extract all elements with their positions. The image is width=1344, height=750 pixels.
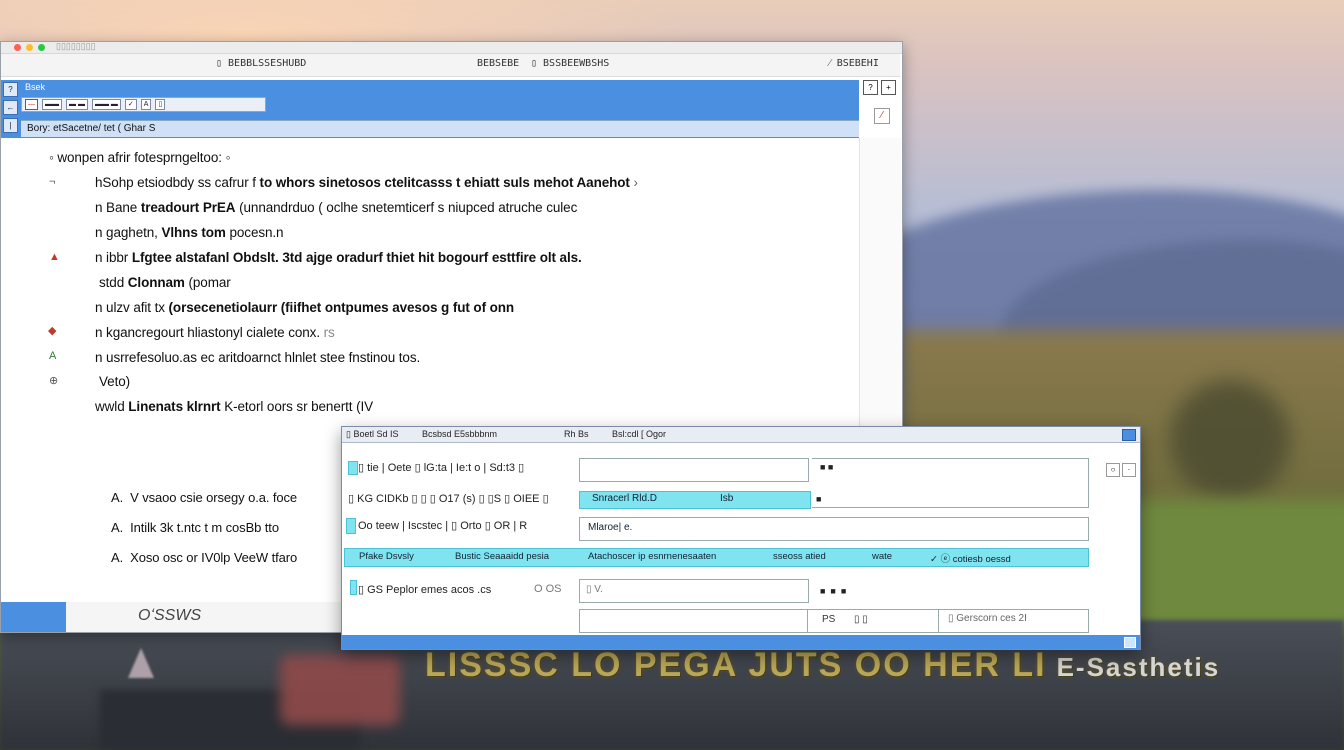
dialog-title-part: Bsl:cdl [ Ogor bbox=[612, 429, 667, 439]
dropdown-icon[interactable]: · bbox=[1122, 463, 1136, 477]
logo-text: OʻSSWS bbox=[138, 607, 202, 624]
toolbar-button[interactable]: ▯ bbox=[155, 99, 166, 110]
triangle-icon bbox=[128, 648, 154, 678]
diamond-icon: ◆ bbox=[48, 325, 57, 337]
field-label: ▯ GS Peplor emes acos .cs bbox=[358, 584, 492, 596]
row-marker bbox=[350, 580, 357, 595]
dot-icon: ■ bbox=[816, 494, 822, 504]
doc-line: n ibbr Lfgtee alstafanl Obdslt. 3td ajge… bbox=[95, 250, 582, 265]
window-titlebar: ▯▯▯▯▯▯▯▯ bbox=[1, 41, 902, 54]
window-tab[interactable]: ▯▯▯▯▯▯▯▯ bbox=[56, 41, 96, 52]
tree bbox=[1170, 380, 1290, 500]
header-row: Pfake Dsvsly Bustic Seaaaidd pesia Atach… bbox=[344, 548, 1089, 567]
help-icon[interactable]: ? bbox=[3, 82, 18, 97]
logo: OʻSSWS bbox=[66, 602, 341, 632]
circle-icon: ⊕ bbox=[49, 375, 59, 387]
toolbar-button[interactable]: ✓ bbox=[124, 99, 137, 110]
field-label: ▯ KG CIDKb ▯ ▯ ▯ O17 (s) ▯ ▯S ▯ OIEE ▯ bbox=[348, 493, 549, 505]
letter-a-icon: A bbox=[49, 350, 57, 362]
window-controls: ? + bbox=[863, 80, 899, 96]
toolbar-button[interactable]: A bbox=[140, 99, 152, 110]
banner-title-tail: E-Sasthetis bbox=[1056, 652, 1221, 682]
field-hint: ▯ Gerscorn ces 2I bbox=[948, 613, 1027, 624]
doc-line: hSohp etsiodbdy ss cafrur f to whors sin… bbox=[95, 175, 638, 190]
left-rail: ? ← | bbox=[1, 80, 20, 138]
text-field[interactable]: ▯ V. bbox=[579, 579, 809, 603]
dot-icon: ■ ■ bbox=[820, 462, 834, 472]
caret-icon: ¬ bbox=[49, 176, 56, 188]
answer-option[interactable]: A. Intilk 3k t.ntc t m cosBb tto bbox=[111, 520, 279, 535]
bullet-icon: ◦ bbox=[49, 150, 54, 165]
dialog-title-part: ▯ Boetl Sd IS bbox=[346, 429, 399, 439]
text-area[interactable] bbox=[812, 458, 1089, 508]
toolbar-button[interactable]: ▬▬ ▬ bbox=[91, 99, 121, 110]
banner-title-main: LISSSC LO PEGA JUTS OO HER LI bbox=[425, 646, 1047, 684]
add-icon[interactable]: + bbox=[881, 80, 896, 95]
checkbox-label[interactable]: ✓ ⓔ cotiesb oessd bbox=[930, 551, 1011, 565]
toolbar-button[interactable]: — bbox=[25, 99, 38, 110]
doc-line: Veto) bbox=[99, 374, 131, 389]
selected-field[interactable]: Snracerl Rld.D Isb bbox=[579, 491, 811, 509]
dot-icon: ■ ■ ■ bbox=[820, 586, 847, 596]
doc-line: ◦ wonpen afrir fotesprngeltoo: ◦ bbox=[49, 150, 231, 165]
panel-icon[interactable]: | bbox=[3, 118, 18, 133]
url-segment: ▯ BEBBLSSESHUBD bbox=[216, 58, 307, 69]
dialog-titlebar: ▯ Boetl Sd IS Bcsbsd E5sbbbnm Rh Bs Bsl:… bbox=[342, 427, 1140, 443]
toolbar-button[interactable]: ▬▬ bbox=[42, 99, 62, 110]
back-icon[interactable]: ← bbox=[3, 100, 18, 115]
flag-icon: ▲ bbox=[49, 251, 60, 263]
url-segment: BEBSEBE bbox=[477, 58, 520, 69]
app-title: Bsek bbox=[25, 82, 46, 92]
answer-option[interactable]: A. Xoso osc or IV0lp VeeW tfaro bbox=[111, 550, 297, 565]
minimize-window-button[interactable] bbox=[26, 44, 33, 51]
text-field[interactable] bbox=[579, 458, 809, 482]
chevron-right-icon[interactable]: › bbox=[634, 175, 639, 190]
edit-icon[interactable]: ⁄ bbox=[874, 108, 890, 124]
dialog-title-part: Bcsbsd E5sbbbnm bbox=[422, 429, 498, 439]
banner-title: LISSSC LO PEGA JUTS OO HER LI E-Sasthetis bbox=[425, 646, 1220, 685]
breadcrumb[interactable]: Bory: etSacetne/ tet ( Ghar S bbox=[21, 120, 859, 137]
url-segment: ▯ BSSBEEWBSHS bbox=[531, 58, 610, 69]
field-label: ▯ tie | Oete ▯ lG:ta | Ie:t o | Sd:t3 ▯ bbox=[358, 462, 525, 474]
dialog-close-button[interactable] bbox=[1122, 429, 1136, 441]
doc-line: n usrrefesoluo.as ec aritdoarnct hlnlet … bbox=[95, 350, 421, 365]
format-toolbar: — ▬▬ ▬ ▬ ▬▬ ▬ ✓ A ▯ bbox=[21, 97, 266, 112]
text-field[interactable]: Mlaroe| e. bbox=[579, 517, 1089, 541]
car bbox=[280, 655, 400, 725]
search-icon[interactable]: ○ bbox=[1106, 463, 1120, 477]
field-hint: O OS bbox=[534, 583, 562, 595]
url-segment: ⁄ BSEBEHI bbox=[829, 58, 879, 69]
doc-line: n gaghetn, Vlhns tom pocesn.n bbox=[95, 225, 284, 240]
help-icon[interactable]: ? bbox=[863, 80, 878, 95]
resize-icon[interactable] bbox=[1124, 637, 1136, 648]
text-field[interactable]: PS ▯ ▯ bbox=[807, 609, 939, 633]
settings-dialog: ▯ Boetl Sd IS Bcsbsd E5sbbbnm Rh Bs Bsl:… bbox=[341, 426, 1141, 650]
doc-line: stdd Clonnam (pomar bbox=[99, 275, 231, 290]
app-title-bar: Bsek bbox=[21, 80, 859, 96]
address-bar[interactable]: ▯ BEBBLSSESHUBD BEBSEBE ▯ BSSBEEWBSHS ⁄ … bbox=[1, 54, 900, 77]
doc-line: n Bane treadourt PrEA (unnandrduo ( oclh… bbox=[95, 200, 578, 215]
row-marker bbox=[346, 518, 356, 534]
dialog-footer bbox=[342, 635, 1140, 649]
dialog-side-controls: ○ · bbox=[1106, 463, 1136, 477]
answer-option[interactable]: A. V vsaoo csie orsegy o.a. foce bbox=[111, 490, 297, 505]
doc-line: n kgancregourt hliastonyl cialete conx. … bbox=[95, 325, 335, 340]
row-marker bbox=[348, 461, 358, 475]
doc-line: n ulzv afit tx (orsecenetiolaurr (fiifhe… bbox=[95, 300, 515, 315]
toolbar-button[interactable]: ▬ ▬ bbox=[66, 99, 88, 110]
doc-line: wwld Linenats klrnrt K-etorl oors sr ben… bbox=[95, 399, 374, 414]
zoom-window-button[interactable] bbox=[38, 44, 45, 51]
dialog-title-part: Rh Bs bbox=[564, 429, 589, 439]
field-label: Oo teew | Iscstec | ▯ Orto ▯ OR | R bbox=[358, 520, 528, 532]
close-window-button[interactable] bbox=[14, 44, 21, 51]
